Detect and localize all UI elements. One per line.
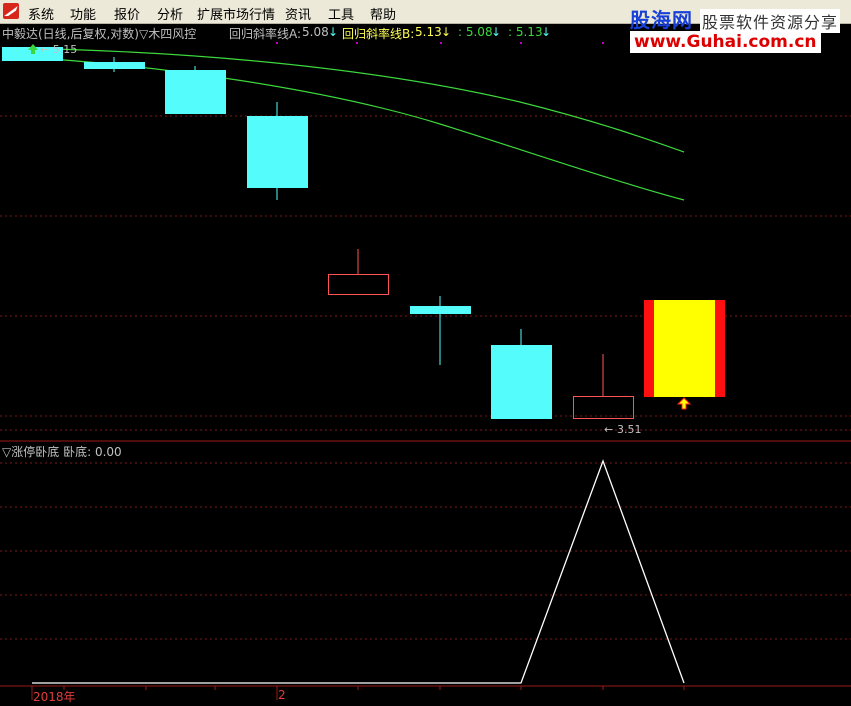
sub-indicator-line[interactable]	[32, 459, 685, 684]
sub-field-label: 卧底:	[63, 445, 92, 459]
sub-field-value: 0.00	[94, 445, 122, 459]
chart-canvas[interactable]: ← 5.15 ← 3.51	[0, 0, 851, 706]
candles[interactable]	[2, 47, 725, 419]
high-price-label: ← 5.15	[40, 43, 77, 56]
sub-panel-info-bar: ▽涨停卧底 卧底: 0.00	[2, 443, 122, 460]
candle-4	[247, 116, 308, 188]
candle-3	[165, 70, 226, 114]
marker-dot	[276, 42, 278, 44]
low-price-arrow-icon: ←	[604, 423, 613, 436]
date-axis: 2018年 2	[0, 687, 851, 706]
candle-9-limit-up	[654, 300, 715, 397]
date-month-label: 2	[278, 688, 286, 702]
candle-6	[410, 306, 471, 314]
sub-grid	[0, 462, 851, 640]
candle-2	[84, 62, 145, 69]
buy-signal-arrow-icon[interactable]	[676, 397, 692, 410]
marker-dot	[440, 42, 442, 44]
marker-dot	[520, 42, 522, 44]
low-price-label: 3.51	[617, 423, 642, 436]
candle-5	[328, 274, 389, 295]
marker-dot	[602, 42, 604, 44]
top-marker-dots	[276, 42, 604, 44]
marker-dot	[356, 42, 358, 44]
low-price-marker: ← 3.51	[604, 423, 642, 436]
candle-8	[573, 396, 634, 419]
sub-indicator-name[interactable]: ▽涨停卧底	[2, 445, 59, 459]
regression-line-b[interactable]	[1, 55, 685, 201]
candle-7	[491, 345, 552, 419]
date-year-label: 2018年	[33, 690, 76, 704]
